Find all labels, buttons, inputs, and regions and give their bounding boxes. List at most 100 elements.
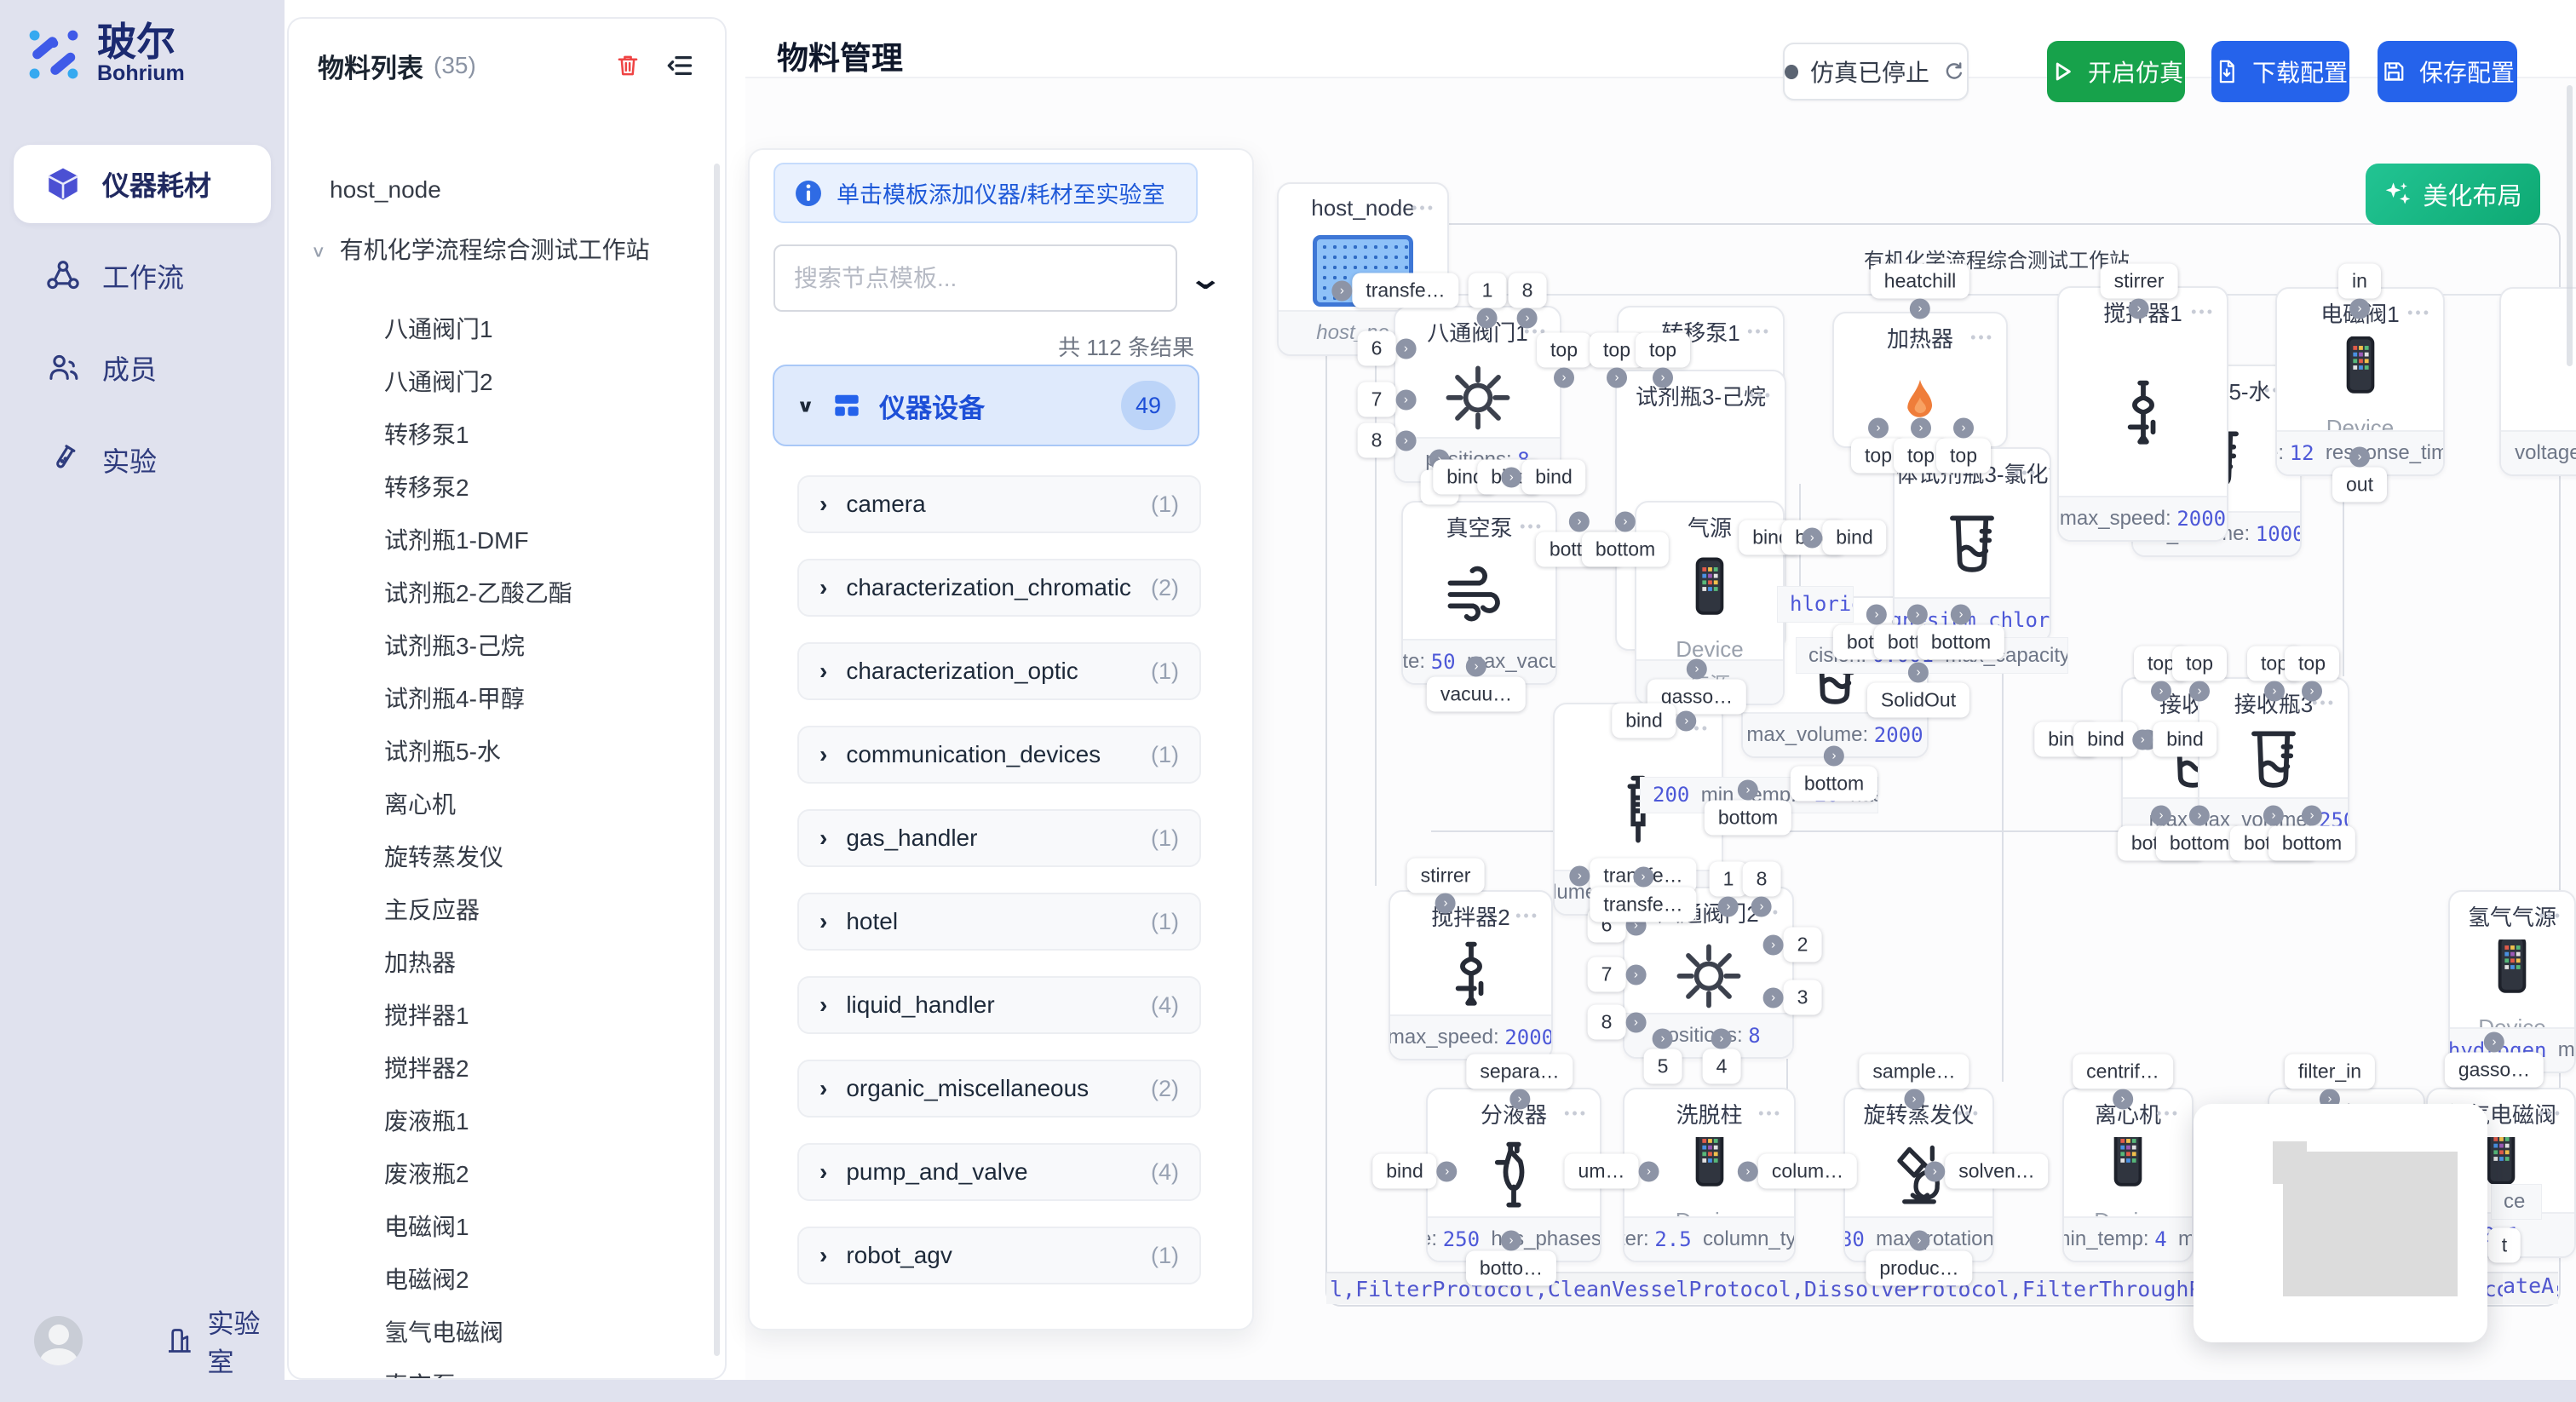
node-八通阀门1[interactable]: 八通阀门1•••positions: 8 bbox=[1394, 306, 1561, 483]
node-menu-icon[interactable]: ••• bbox=[2191, 303, 2215, 321]
node-body bbox=[1403, 550, 1555, 639]
sidebar-item-workflow[interactable]: 工作流 bbox=[14, 237, 271, 315]
footer-fragment: ce bbox=[2491, 1184, 2542, 1220]
port-label-filter_in: filter_in› bbox=[2285, 1054, 2375, 1089]
trash-icon[interactable] bbox=[612, 50, 643, 81]
template-search-input[interactable] bbox=[773, 244, 1177, 312]
tree-item[interactable]: 搅拌器2 bbox=[384, 1050, 469, 1084]
footer-text: column_type: bbox=[1692, 1227, 1794, 1251]
template-item-characterization_optic[interactable]: ›characterization_optic(1) bbox=[797, 642, 1201, 700]
chevron-down-icon[interactable]: ∨ bbox=[311, 242, 326, 261]
tree-item[interactable]: 废液瓶1 bbox=[384, 1103, 469, 1137]
node-menu-icon[interactable]: ••• bbox=[1749, 387, 1773, 405]
download-config-button[interactable]: 下载配置 bbox=[2211, 41, 2349, 102]
port-dot-icon: › bbox=[1910, 299, 1930, 319]
node-menu-icon[interactable]: ••• bbox=[1747, 323, 1771, 341]
template-item-organic_miscellaneous[interactable]: ›organic_miscellaneous(2) bbox=[797, 1060, 1201, 1118]
tree-item[interactable]: 真空泵 bbox=[384, 1367, 456, 1380]
tree-item[interactable]: 转移泵1 bbox=[384, 417, 469, 451]
tree-item[interactable]: 转移泵2 bbox=[384, 469, 469, 503]
tree-item[interactable]: 试剂瓶5-水 bbox=[384, 733, 501, 767]
tree-item[interactable]: 试剂瓶4-甲醇 bbox=[384, 681, 525, 715]
tree-item[interactable]: 电磁阀2 bbox=[384, 1261, 469, 1296]
template-item-pump_and_valve[interactable]: ›pump_and_valve(4) bbox=[797, 1143, 1201, 1201]
port-label-heatchill: heatchill› bbox=[1871, 264, 1969, 299]
start-simulation-button[interactable]: 开启仿真 bbox=[2047, 41, 2185, 102]
footer-text: voltage: bbox=[2277, 441, 2290, 465]
footer-text: diameter: bbox=[1624, 1227, 1654, 1251]
sidebar-item-experiments[interactable]: 实验 bbox=[14, 421, 271, 499]
node-menu-icon[interactable]: ••• bbox=[2539, 1105, 2562, 1123]
collapse-panel-icon[interactable] bbox=[665, 50, 696, 81]
node-menu-icon[interactable]: ••• bbox=[1758, 1105, 1782, 1123]
tree-group-row[interactable]: ∨有机化学流程综合测试工作站 bbox=[311, 232, 650, 266]
port-dot-icon: › bbox=[1625, 1012, 1646, 1032]
node-menu-icon[interactable]: ••• bbox=[2407, 304, 2431, 322]
node-离心机[interactable]: 离心机•••Devicep: 40 min_temp: 4 max_spe bbox=[2062, 1088, 2194, 1262]
bohrium-logo-icon bbox=[26, 26, 82, 83]
template-item-camera[interactable]: ›camera(1) bbox=[797, 475, 1201, 533]
chevron-right-icon: › bbox=[819, 825, 827, 852]
tree-item[interactable]: 离心机 bbox=[384, 786, 456, 820]
node-unnamed[interactable]: •••voltage: 12 bbox=[2499, 287, 2576, 476]
tree-item[interactable]: 废液瓶2 bbox=[384, 1156, 469, 1190]
chevron-down-icon[interactable]: ⌄ bbox=[1187, 261, 1223, 296]
template-item-name: pump_and_valve bbox=[846, 1158, 1027, 1186]
template-item-liquid_handler[interactable]: ›liquid_handler(4) bbox=[797, 976, 1201, 1034]
node-menu-icon[interactable]: ••• bbox=[1412, 199, 1435, 217]
simulation-status-badge[interactable]: 仿真已停止 bbox=[1783, 43, 1969, 101]
template-item-name: characterization_chromatic bbox=[846, 574, 1131, 601]
template-item-robot_agv[interactable]: ›robot_agv(1) bbox=[797, 1227, 1201, 1284]
node-menu-icon[interactable]: ••• bbox=[1515, 907, 1539, 925]
minimap[interactable] bbox=[2194, 1104, 2487, 1342]
node-搅拌器1[interactable]: 搅拌器1•••max_speed: 2000 bbox=[2057, 286, 2228, 542]
tree-item[interactable]: 试剂瓶3-己烷 bbox=[384, 628, 525, 662]
save-config-button[interactable]: 保存配置 bbox=[2378, 41, 2517, 102]
beautify-layout-button[interactable]: 美化布局 bbox=[2366, 164, 2540, 225]
node-body bbox=[2199, 727, 2348, 797]
node-menu-icon[interactable]: ••• bbox=[1957, 1105, 1981, 1123]
tree-item[interactable]: 试剂瓶1-DMF bbox=[384, 522, 529, 556]
node-氢气气源[interactable]: 氢气气源•••Device_type: hydrogen max_pre bbox=[2448, 890, 2576, 1073]
footer-text: 2000 bbox=[1504, 1026, 1551, 1049]
node-body: Device bbox=[2450, 939, 2574, 1027]
sidebar-item-label: 实验 bbox=[102, 440, 157, 480]
canvas-scrollbar[interactable] bbox=[2567, 85, 2573, 366]
template-hint-text: 单击模板添加仪器/耗材至实验室 bbox=[837, 176, 1165, 210]
brand-logo[interactable]: 玻尔 Bohrium bbox=[26, 22, 185, 86]
sidebar-item-instruments[interactable]: 仪器耗材 bbox=[14, 145, 271, 223]
node-menu-icon[interactable]: ••• bbox=[1564, 1105, 1588, 1123]
tree-item[interactable]: 搅拌器1 bbox=[384, 997, 469, 1031]
avatar[interactable] bbox=[34, 1316, 83, 1365]
port-label-sample: sample…› bbox=[1859, 1054, 1969, 1089]
fragment-text: hloride bbox=[1790, 592, 1854, 616]
lab-entry[interactable]: 实验室 bbox=[163, 1302, 285, 1379]
tree-item[interactable]: 八通阀门2 bbox=[384, 364, 493, 398]
tree-item[interactable]: 电磁阀1 bbox=[384, 1209, 469, 1243]
materials-count: (35) bbox=[434, 52, 476, 79]
refresh-icon[interactable] bbox=[1941, 58, 1967, 85]
sidebar-item-members[interactable]: 成员 bbox=[14, 329, 271, 407]
node-menu-icon[interactable]: ••• bbox=[1970, 329, 1994, 347]
node-搅拌器2[interactable]: 搅拌器2•••max_speed: 2000 bbox=[1389, 890, 1553, 1060]
port-label-bind: bind› bbox=[1372, 1154, 1436, 1189]
tree-item[interactable]: 主反应器 bbox=[384, 892, 480, 926]
port-label-bind: bind› bbox=[2073, 722, 2137, 757]
tree-item[interactable]: 试剂瓶2-乙酸乙酯 bbox=[384, 575, 572, 609]
template-item-communication_devices[interactable]: ›communication_devices(1) bbox=[797, 726, 1201, 784]
template-item-gas_handler[interactable]: ›gas_handler(1) bbox=[797, 809, 1201, 867]
template-item-hotel[interactable]: ›hotel(1) bbox=[797, 893, 1201, 951]
tree-item[interactable]: 氢气电磁阀 bbox=[384, 1314, 503, 1348]
materials-scrollbar[interactable] bbox=[714, 164, 720, 1356]
node-menu-icon[interactable]: ••• bbox=[2539, 907, 2562, 925]
tree-item[interactable]: 加热器 bbox=[384, 945, 456, 979]
template-item-characterization_chromatic[interactable]: ›characterization_chromatic(2) bbox=[797, 559, 1201, 617]
port-dot-icon: › bbox=[1633, 867, 1653, 888]
node-menu-icon[interactable]: ••• bbox=[2014, 464, 2038, 482]
tree-root-host-node[interactable]: host_node bbox=[330, 176, 441, 204]
node-menu-icon[interactable]: ••• bbox=[2156, 1105, 2180, 1123]
tree-item[interactable]: 八通阀门1 bbox=[384, 311, 493, 345]
category-instruments[interactable]: ∨仪器设备49 bbox=[773, 365, 1199, 446]
tree-item[interactable]: 旋转蒸发仪 bbox=[384, 839, 503, 873]
port-dot-icon: › bbox=[1653, 1029, 1673, 1049]
